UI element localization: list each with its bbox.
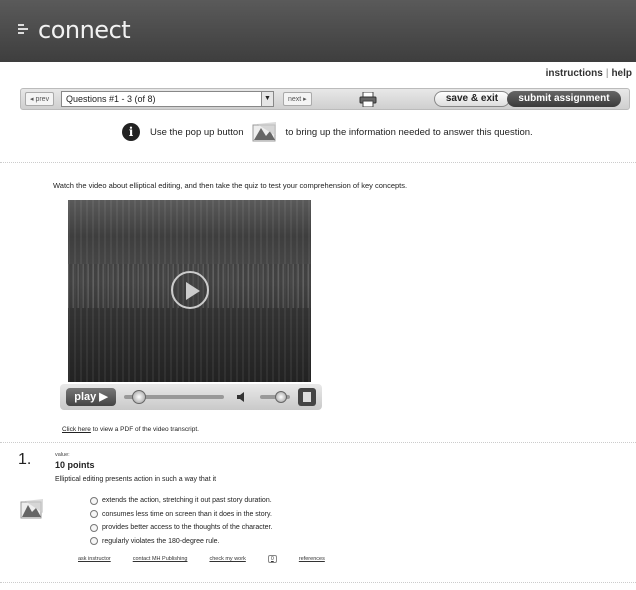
question-select-value: Questions #1 - 3 (of 8) [66, 94, 156, 104]
question-value-label: value: [55, 452, 70, 458]
radio-button[interactable] [90, 496, 98, 505]
info-icon: i [122, 123, 140, 141]
save-exit-button[interactable]: save & exit [434, 91, 510, 107]
question-prompt: Elliptical editing presents action in su… [55, 476, 217, 483]
play-button[interactable]: play ▶ [66, 388, 116, 406]
question-number: 1. [18, 451, 32, 468]
transcript-link[interactable]: Click here [62, 426, 91, 433]
question-points: 10 points [55, 460, 95, 470]
references-icon: 0 [267, 555, 277, 563]
popup-button-icon[interactable] [20, 498, 44, 520]
answer-option[interactable]: consumes less time on screen than it doe… [90, 508, 272, 522]
prev-button[interactable]: ◂ prev [25, 92, 55, 106]
divider [0, 442, 636, 443]
info-text-before: Use the pop up button [150, 126, 244, 138]
submit-assignment-button[interactable]: submit assignment [507, 91, 621, 107]
transcript-line: Click here to view a PDF of the video tr… [62, 426, 199, 433]
answer-option[interactable]: extends the action, stretching it out pa… [90, 494, 272, 508]
contact-publisher-link[interactable]: contact MH Publishing [133, 556, 188, 562]
radio-button[interactable] [90, 510, 98, 519]
help-link[interactable]: help [611, 68, 632, 79]
fullscreen-icon[interactable] [298, 388, 316, 406]
popup-button-icon[interactable] [252, 122, 278, 142]
question-select[interactable]: Questions #1 - 3 (of 8) ▼ [61, 91, 274, 107]
answer-option[interactable]: regularly violates the 180-degree rule. [90, 535, 272, 549]
answer-option-label: regularly violates the 180-degree rule. [102, 537, 220, 545]
logo-text: connect [38, 16, 131, 44]
answer-options: extends the action, stretching it out pa… [90, 494, 272, 548]
app-header: connect [0, 0, 636, 62]
instructions-link[interactable]: instructions [546, 68, 603, 79]
references-label: references [298, 556, 325, 562]
top-links-separator: | [605, 68, 609, 79]
radio-button[interactable] [90, 537, 98, 546]
connect-logo[interactable]: connect [18, 16, 131, 44]
volume-knob[interactable] [275, 391, 287, 403]
transcript-text: to view a PDF of the video transcript. [90, 426, 199, 433]
references-link[interactable]: 0 references [267, 555, 347, 563]
check-my-work-link[interactable]: check my work [209, 556, 245, 562]
question-footer-links: ask instructor contact MH Publishing che… [78, 555, 347, 563]
question-toolbar: ◂ prev Questions #1 - 3 (of 8) ▼ next ▸ … [20, 88, 630, 110]
chevron-down-icon[interactable]: ▼ [261, 92, 273, 106]
video-controls: play ▶ [60, 384, 322, 410]
divider [0, 582, 636, 583]
answer-option-label: provides better access to the thoughts o… [102, 524, 273, 532]
info-banner: i Use the pop up button to bring up the … [122, 122, 533, 142]
video-player[interactable] [68, 200, 311, 382]
answer-option-label: consumes less time on screen than it doe… [102, 510, 272, 518]
speaker-icon[interactable] [236, 391, 248, 403]
next-button[interactable]: next ▸ [283, 92, 312, 106]
intro-text: Watch the video about elliptical editing… [53, 181, 408, 190]
top-links: instructions | help [546, 68, 632, 79]
divider [0, 162, 636, 163]
radio-button[interactable] [90, 523, 98, 532]
printer-icon[interactable] [359, 92, 377, 107]
play-overlay-icon[interactable] [171, 271, 209, 309]
ask-instructor-link[interactable]: ask instructor [78, 556, 111, 562]
seek-knob[interactable] [132, 390, 146, 404]
answer-option-label: extends the action, stretching it out pa… [102, 497, 272, 505]
answer-option[interactable]: provides better access to the thoughts o… [90, 521, 272, 535]
info-text-after: to bring up the information needed to an… [285, 126, 533, 138]
logo-mark-icon [18, 24, 32, 36]
